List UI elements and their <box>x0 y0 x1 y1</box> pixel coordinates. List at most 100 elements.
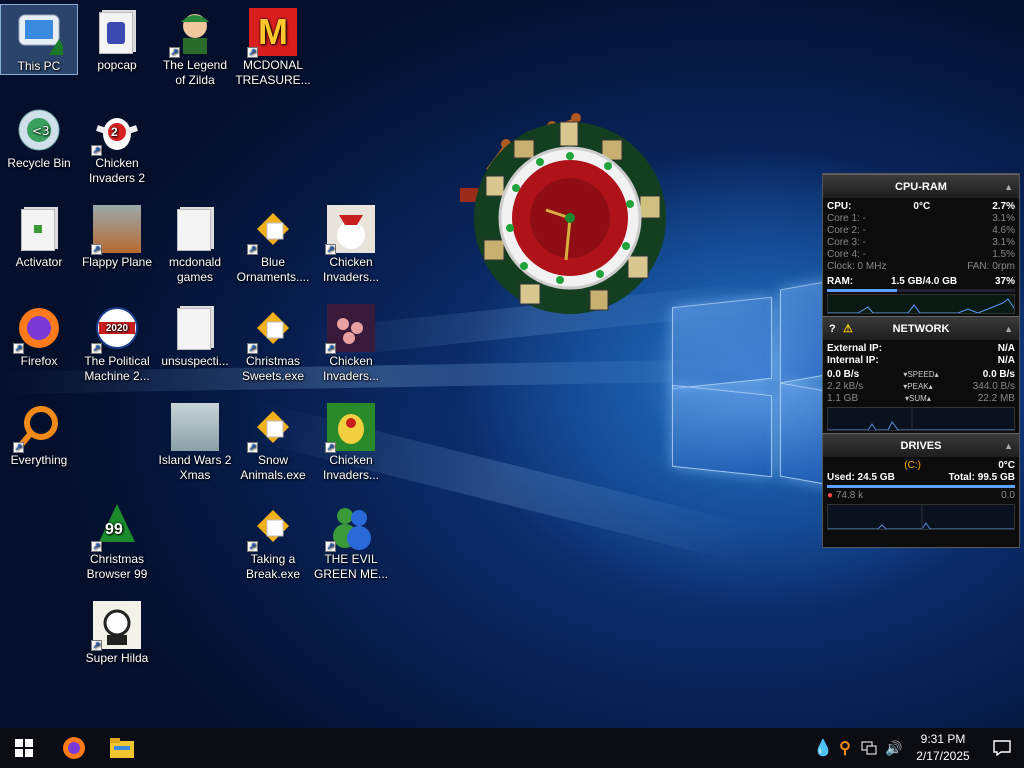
icon-label: popcap <box>97 58 137 72</box>
super-hilda-icon: ↗ <box>91 601 141 651</box>
drive-letter: (C:) <box>904 460 921 471</box>
collapse-caret-icon[interactable]: ▲ <box>1004 317 1013 341</box>
shortcut-arrow-icon: ↗ <box>13 442 24 453</box>
shortcut-arrow-icon: ↗ <box>91 541 102 552</box>
ram-row: RAM: 1.5 GB/4.0 GB 37% <box>823 276 1019 288</box>
desktop-icon-chicken-invaders-b[interactable]: ↗ Chicken Invaders... <box>312 300 390 384</box>
start-button[interactable] <box>0 728 48 768</box>
svg-text:<3: <3 <box>32 124 50 138</box>
drive-row: (C:) 0°C <box>823 460 1019 472</box>
political-machine-icon: 2020 ↗ <box>91 304 141 354</box>
desktop-icon-mcdonal-treasure[interactable]: M ↗ MCDONAL TREASURE... <box>234 4 312 88</box>
icon-label: Island Wars 2 Xmas <box>158 453 232 482</box>
read-icon: ● <box>827 490 834 501</box>
desktop-icon-legend-of-zilda[interactable]: ↗ The Legend of Zilda <box>156 4 234 88</box>
cpu-percent: 2.7% <box>992 201 1015 212</box>
icon-label: Christmas Sweets.exe <box>241 354 305 383</box>
fan-speed: FAN: 0rpm <box>967 261 1015 272</box>
download-speed: 0.0 B/s <box>827 369 860 380</box>
shortcut-arrow-icon: ↗ <box>247 541 258 552</box>
desktop-icon-everything[interactable]: ↗ Everything <box>0 399 78 468</box>
notification-icon <box>993 740 1011 756</box>
tray-everything-icon[interactable]: ⚲ <box>834 728 856 768</box>
cpu-graph <box>827 294 1015 314</box>
desktop-icon-chicken-invaders-a[interactable]: ↗ Chicken Invaders... <box>312 201 390 285</box>
chicken-icon: 2 ↗ <box>91 106 141 156</box>
speed-label: SPEED <box>907 370 935 379</box>
icon-label: Chicken Invaders... <box>322 255 380 284</box>
desktop-icon-flappy-plane[interactable]: ↗ Flappy Plane <box>78 201 156 270</box>
desktop-icon-taking-a-break[interactable]: ↗ Taking a Break.exe <box>234 498 312 582</box>
core-percent: 3.1% <box>992 237 1015 248</box>
collapse-caret-icon[interactable]: ▲ <box>1004 434 1013 458</box>
icon-label: MCDONAL TREASURE... <box>235 58 311 87</box>
tray-volume-icon[interactable]: 🔊 <box>882 728 906 768</box>
desktop-icon-this-pc[interactable]: This PC <box>0 4 78 75</box>
network-header[interactable]: ? ⚠ NETWORK ▲ <box>823 316 1019 340</box>
collapse-caret-icon[interactable]: ▲ <box>1004 175 1013 199</box>
tray-network-icon[interactable] <box>856 728 882 768</box>
windows-start-icon <box>15 739 33 757</box>
windows-logo-wallpaper <box>672 278 842 488</box>
ram-usage: 1.5 GB/4.0 GB <box>890 276 958 287</box>
internal-ip-row: Internal IP: N/A <box>823 355 1019 367</box>
tray-water-drop-icon[interactable]: 💧 <box>812 728 834 768</box>
taskbar-firefox-button[interactable] <box>50 728 98 768</box>
desktop-icon-unsuspecti[interactable]: unsuspecti... <box>156 300 234 369</box>
mcdonalds-logo-icon: M ↗ <box>247 8 297 58</box>
core-row: Core 3: - 3.1% <box>823 237 1019 249</box>
desktop-icon-recycle-bin[interactable]: <3 Recycle Bin <box>0 102 78 171</box>
network-title: NETWORK <box>892 323 950 335</box>
browser-badge-number: 99 <box>105 521 123 538</box>
shortcut-arrow-icon: ↗ <box>247 442 258 453</box>
cpu-clock: Clock: 0 MHz <box>827 261 887 272</box>
drives-header[interactable]: DRIVES ▲ <box>823 433 1019 457</box>
ram-bar-fill <box>827 289 897 292</box>
icon-label: Recycle Bin <box>7 156 71 170</box>
desktop-icon-chicken-invaders-c[interactable]: ↗ Chicken Invaders... <box>312 399 390 483</box>
icon-label: THE EVIL GREEN ME... <box>313 552 388 581</box>
download-peak: 2.2 kB/s <box>827 381 864 392</box>
desktop-icon-activator[interactable]: Activator <box>0 201 78 270</box>
core-value: - <box>862 249 866 260</box>
desktop-icon-firefox[interactable]: ↗ Firefox <box>0 300 78 369</box>
desktop-icon-christmas-sweets[interactable]: ↗ Christmas Sweets.exe <box>234 300 312 384</box>
chicken-badge-number: 2 <box>111 125 118 139</box>
system-monitor-widget[interactable]: CPU-RAM ▲ CPU: 0°C 2.7% Core 1: - 3.1% Core … <box>822 173 1020 548</box>
flappy-plane-icon: ↗ <box>91 205 141 255</box>
icon-label: Snow Animals.exe <box>240 453 306 482</box>
desktop-icon-popcap[interactable]: popcap <box>78 4 156 73</box>
computer-icon <box>15 9 69 57</box>
folder-icon <box>171 304 219 352</box>
download-sum: 1.1 GB <box>827 393 859 404</box>
cpu-ram-header[interactable]: CPU-RAM ▲ <box>823 174 1019 198</box>
shortcut-arrow-icon: ↗ <box>91 640 102 651</box>
desktop-icon-mcdonald-games[interactable]: mcdonald games <box>156 201 234 285</box>
taskbar-clock[interactable]: 9:31 PM 2/17/2025 <box>906 731 980 765</box>
help-icon[interactable]: ? <box>829 317 836 341</box>
core-label: Core 1: <box>827 213 860 224</box>
sum-label: SUM <box>909 394 927 403</box>
icon-label: Christmas Browser 99 <box>86 552 148 581</box>
icon-label: Flappy Plane <box>81 255 153 269</box>
desktop-icon-blue-ornaments[interactable]: ↗ Blue Ornaments.... <box>234 201 312 285</box>
desktop-icon-chicken-invaders-2[interactable]: 2 ↗ Chicken Invaders 2 <box>78 102 156 186</box>
christmas-clock-gadget[interactable] <box>456 100 674 324</box>
network-graph <box>827 407 1015 431</box>
desktop-icon-christmas-browser[interactable]: 99 ↗ Christmas Browser 99 <box>78 498 156 582</box>
desktop-icon-super-hilda[interactable]: ↗ Super Hilda <box>78 597 156 666</box>
core-value: - <box>862 213 866 224</box>
taskbar-file-explorer-button[interactable] <box>98 728 146 768</box>
desktop-icon-snow-animals[interactable]: ↗ Snow Animals.exe <box>234 399 312 483</box>
action-center-button[interactable] <box>980 728 1024 768</box>
upload-speed: 0.0 B/s <box>982 369 1015 380</box>
sum-row: 1.1 GB ▾SUM▴ 22.2 MB <box>827 393 1015 404</box>
desktop-icon-evil-green-me[interactable]: ↗ THE EVIL GREEN ME... <box>312 498 390 582</box>
desktop-icon-political-machine[interactable]: 2020 ↗ The Political Machine 2... <box>78 300 156 384</box>
gift-exe-icon: ↗ <box>247 502 297 552</box>
messenger-people-icon: ↗ <box>325 502 375 552</box>
desktop-icon-island-wars[interactable]: Island Wars 2 Xmas <box>156 399 234 483</box>
clock-fan-row: Clock: 0 MHz FAN: 0rpm <box>823 261 1019 273</box>
ram-label: RAM: <box>827 276 854 287</box>
gift-exe-icon: ↗ <box>247 304 297 354</box>
